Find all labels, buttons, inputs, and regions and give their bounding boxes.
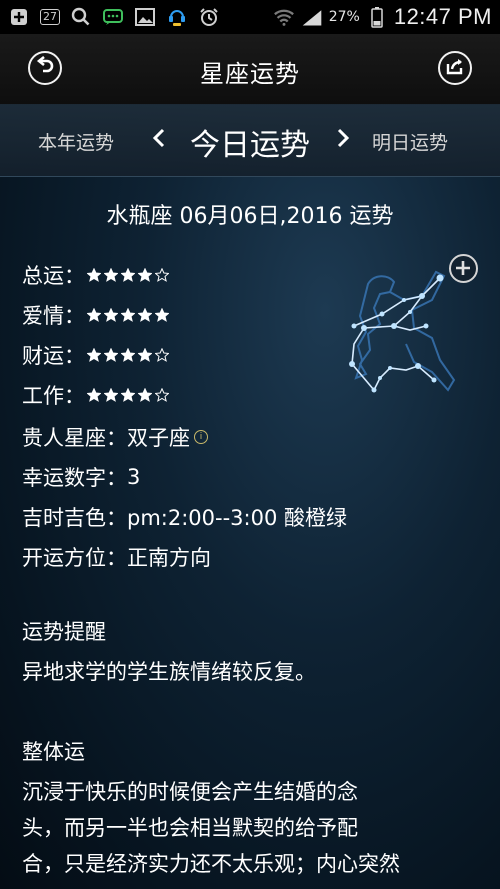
star-empty-icon	[155, 268, 169, 282]
star-filled-icon	[138, 388, 152, 402]
star-filled-icon	[121, 388, 135, 402]
overall-text: 沉浸于快乐的时候便会产生结婚的念 头，而另一半也会相当默契的给予配 合，只是经济…	[22, 774, 482, 882]
battery-icon	[366, 6, 388, 28]
direction-value: 正南方向	[127, 546, 211, 570]
star-filled-icon	[104, 268, 118, 282]
star-empty-icon	[155, 388, 169, 402]
star-rating	[87, 388, 169, 402]
info-icon[interactable]: i	[194, 430, 208, 444]
star-filled-icon	[138, 348, 152, 362]
fortune-content: 水瓶座 06月06日,2016 运势 总运： 爱情： 财运： 工作： 贵人星座： 双子…	[0, 176, 500, 889]
share-icon	[445, 56, 465, 80]
calendar-badge-icon: 27	[40, 9, 60, 25]
support-icon	[166, 6, 188, 28]
add-button[interactable]	[449, 254, 478, 283]
page-title: 星座运势	[200, 60, 300, 88]
star-filled-icon	[121, 348, 135, 362]
star-filled-icon	[104, 388, 118, 402]
overall-line: 合，只是经济实力还不太乐观；内心突然	[22, 852, 400, 876]
star-filled-icon	[121, 308, 135, 322]
noble-sign-value: 双子座	[127, 426, 190, 450]
wifi-icon	[273, 6, 295, 28]
lucky-number-value: 3	[127, 465, 141, 489]
fortune-heading: 水瓶座 06月06日,2016 运势	[106, 204, 394, 229]
signal-icon	[301, 6, 323, 28]
lucky-number-label: 幸运数字：	[22, 466, 127, 490]
rating-row: 总运：	[22, 260, 169, 290]
star-filled-icon	[87, 268, 101, 282]
direction-label: 开运方位：	[22, 546, 127, 570]
share-button[interactable]	[438, 51, 472, 85]
battery-percent: 27%	[328, 9, 360, 25]
plus-icon	[456, 261, 470, 275]
rating-row: 工作：	[22, 380, 169, 410]
star-filled-icon	[87, 388, 101, 402]
search-icon	[70, 6, 92, 28]
app-header: 星座运势	[0, 34, 500, 105]
add-notification-icon	[8, 6, 30, 28]
image-icon	[134, 6, 156, 28]
status-bar: 27 27% 12:47 PM	[0, 0, 500, 34]
rating-label: 工作：	[22, 384, 85, 408]
star-filled-icon	[87, 308, 101, 322]
alarm-icon	[198, 6, 220, 28]
overall-line: 头，而另一半也会相当默契的给予配	[22, 816, 358, 840]
star-filled-icon	[87, 348, 101, 362]
rating-label: 爱情：	[22, 304, 85, 328]
star-filled-icon	[121, 268, 135, 282]
overall-title: 整体运	[22, 740, 85, 764]
rating-label: 总运：	[22, 264, 85, 288]
star-filled-icon	[138, 308, 152, 322]
direction-row: 开运方位： 正南方向	[22, 542, 211, 572]
star-filled-icon	[104, 348, 118, 362]
overall-line: 沉浸于快乐的时候便会产生结婚的念	[22, 780, 358, 804]
reminder-text: 异地求学的学生族情绪较反复。	[22, 660, 316, 684]
lucky-time-row: 吉时吉色： pm:2:00--3:00 酸橙绿	[22, 502, 347, 532]
rating-row: 爱情：	[22, 300, 169, 330]
tab-tomorrow-fortune[interactable]: 明日运势	[372, 128, 448, 155]
chat-icon	[102, 6, 124, 28]
star-rating	[87, 348, 169, 362]
noble-sign-label: 贵人星座：	[22, 426, 127, 450]
clock: 12:47 PM	[393, 4, 492, 29]
star-empty-icon	[155, 348, 169, 362]
day-navigation: 本年运势 今日运势 明日运势	[0, 104, 500, 177]
noble-sign-row: 贵人星座： 双子座 i	[22, 422, 208, 452]
rating-row: 财运：	[22, 340, 169, 370]
star-filled-icon	[138, 268, 152, 282]
star-rating	[87, 268, 169, 282]
reminder-title: 运势提醒	[22, 620, 106, 644]
aquarius-constellation-icon	[349, 270, 456, 393]
star-filled-icon	[104, 308, 118, 322]
rating-label: 财运：	[22, 344, 85, 368]
chevron-right-icon[interactable]	[334, 126, 352, 150]
lucky-time-label: 吉时吉色：	[22, 506, 127, 530]
star-filled-icon	[155, 308, 169, 322]
lucky-time-value: pm:2:00--3:00 酸橙绿	[127, 506, 348, 530]
lucky-number-row: 幸运数字： 3	[22, 462, 140, 492]
star-rating	[87, 308, 169, 322]
